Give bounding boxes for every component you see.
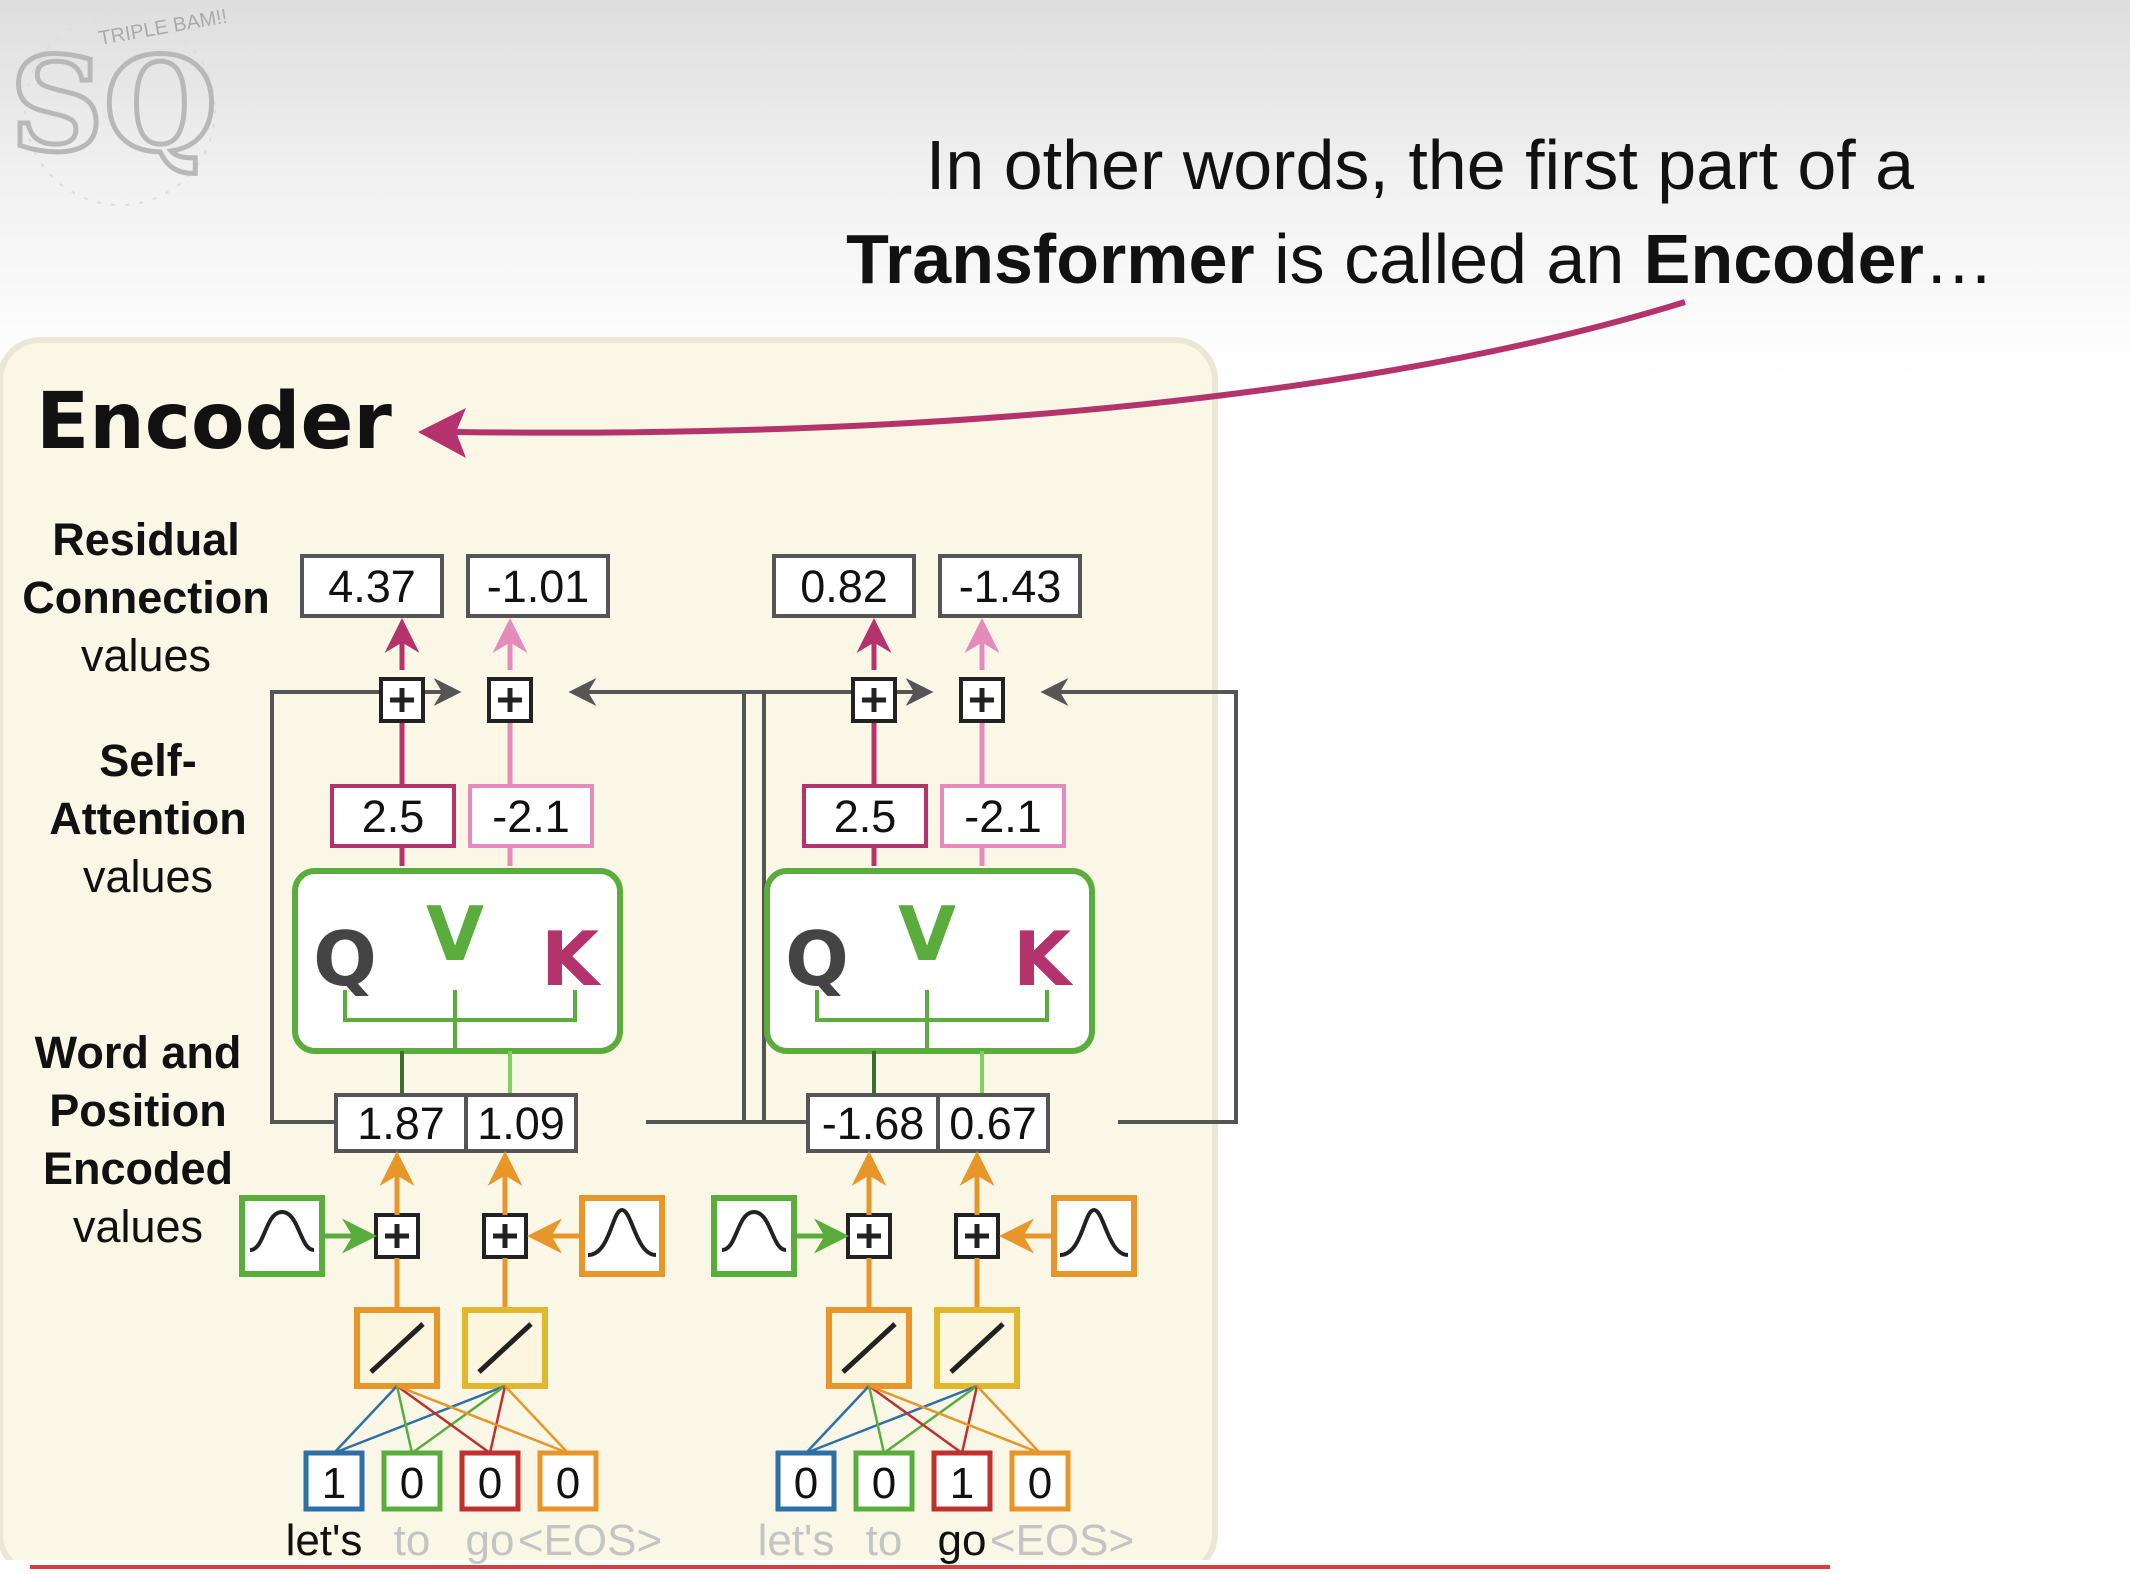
left-one-hot-value-4: 0 — [556, 1459, 580, 1508]
right-word-2: to — [866, 1516, 903, 1565]
left-word-1: let's — [286, 1516, 363, 1565]
left-word-3: go — [466, 1516, 515, 1565]
logo: SQ TRIPLE BAM!! — [8, 6, 229, 206]
right-encoded-value-1: -1.68 — [822, 1098, 925, 1149]
left-encoded-value-2: 1.09 — [477, 1098, 565, 1149]
left-k-letter: K — [541, 915, 602, 1003]
right-one-hot-value-4: 0 — [1028, 1459, 1052, 1508]
caption-mid: is called an — [1254, 220, 1644, 298]
right-residual-value-2: -1.43 — [959, 561, 1062, 612]
residual-label-3: values — [81, 630, 211, 681]
left-attention-value-1: 2.5 — [362, 791, 425, 842]
word-position-label-1: Word and — [35, 1027, 242, 1078]
residual-label-2: Connection — [22, 572, 269, 623]
word-position-label-3: Encoded — [43, 1143, 233, 1194]
left-attention-value-2: -2.1 — [492, 791, 570, 842]
right-v-letter: V — [898, 890, 956, 978]
left-one-hot-value-2: 0 — [400, 1459, 424, 1508]
right-attention-value-1: 2.5 — [834, 791, 897, 842]
caption-encoder: Encoder — [1643, 220, 1924, 298]
left-encoded-value-1: 1.87 — [357, 1098, 445, 1149]
caption-end: … — [1923, 220, 1994, 298]
word-position-label-4: values — [73, 1201, 203, 1252]
right-encoded-value-2: 0.67 — [949, 1098, 1037, 1149]
left-residual-value-2: -1.01 — [487, 561, 590, 612]
right-one-hot-value-2: 0 — [872, 1459, 896, 1508]
attention-label-2: Attention — [49, 793, 246, 844]
right-word-4: <EOS> — [990, 1516, 1134, 1565]
left-v-letter: V — [426, 890, 484, 978]
left-residual-value-1: 4.37 — [328, 561, 416, 612]
right-attention-value-2: -2.1 — [964, 791, 1042, 842]
left-q-letter: Q — [313, 915, 377, 1003]
right-word-3: go — [938, 1516, 987, 1565]
right-one-hot-value-3: 1 — [950, 1459, 974, 1508]
caption-line-2: Transformer is called an Encoder… — [780, 212, 2060, 306]
left-one-hot-value-1: 1 — [322, 1459, 346, 1508]
right-sine-box — [711, 1195, 797, 1277]
residual-label-1: Residual — [52, 514, 240, 565]
right-q-letter: Q — [785, 915, 849, 1003]
left-word-4: <EOS> — [518, 1516, 662, 1565]
left-word-2: to — [394, 1516, 431, 1565]
caption-line-1: In other words, the first part of a — [925, 126, 1915, 204]
right-k-letter: K — [1013, 915, 1074, 1003]
attention-label-3: values — [83, 851, 213, 902]
right-residual-value-1: 0.82 — [800, 561, 888, 612]
left-sine-box — [239, 1195, 325, 1277]
left-one-hot-value-3: 0 — [478, 1459, 502, 1508]
logo-letters: SQ — [10, 28, 217, 181]
right-word-1: let's — [758, 1516, 835, 1565]
attention-label-1: Self- — [99, 735, 197, 786]
right-one-hot-value-1: 0 — [794, 1459, 818, 1508]
caption: In other words, the first part of a Tran… — [780, 118, 2060, 306]
caption-transformer: Transformer — [846, 220, 1255, 298]
encoder-title: Encoder — [36, 377, 392, 467]
word-position-label-2: Position — [49, 1085, 227, 1136]
